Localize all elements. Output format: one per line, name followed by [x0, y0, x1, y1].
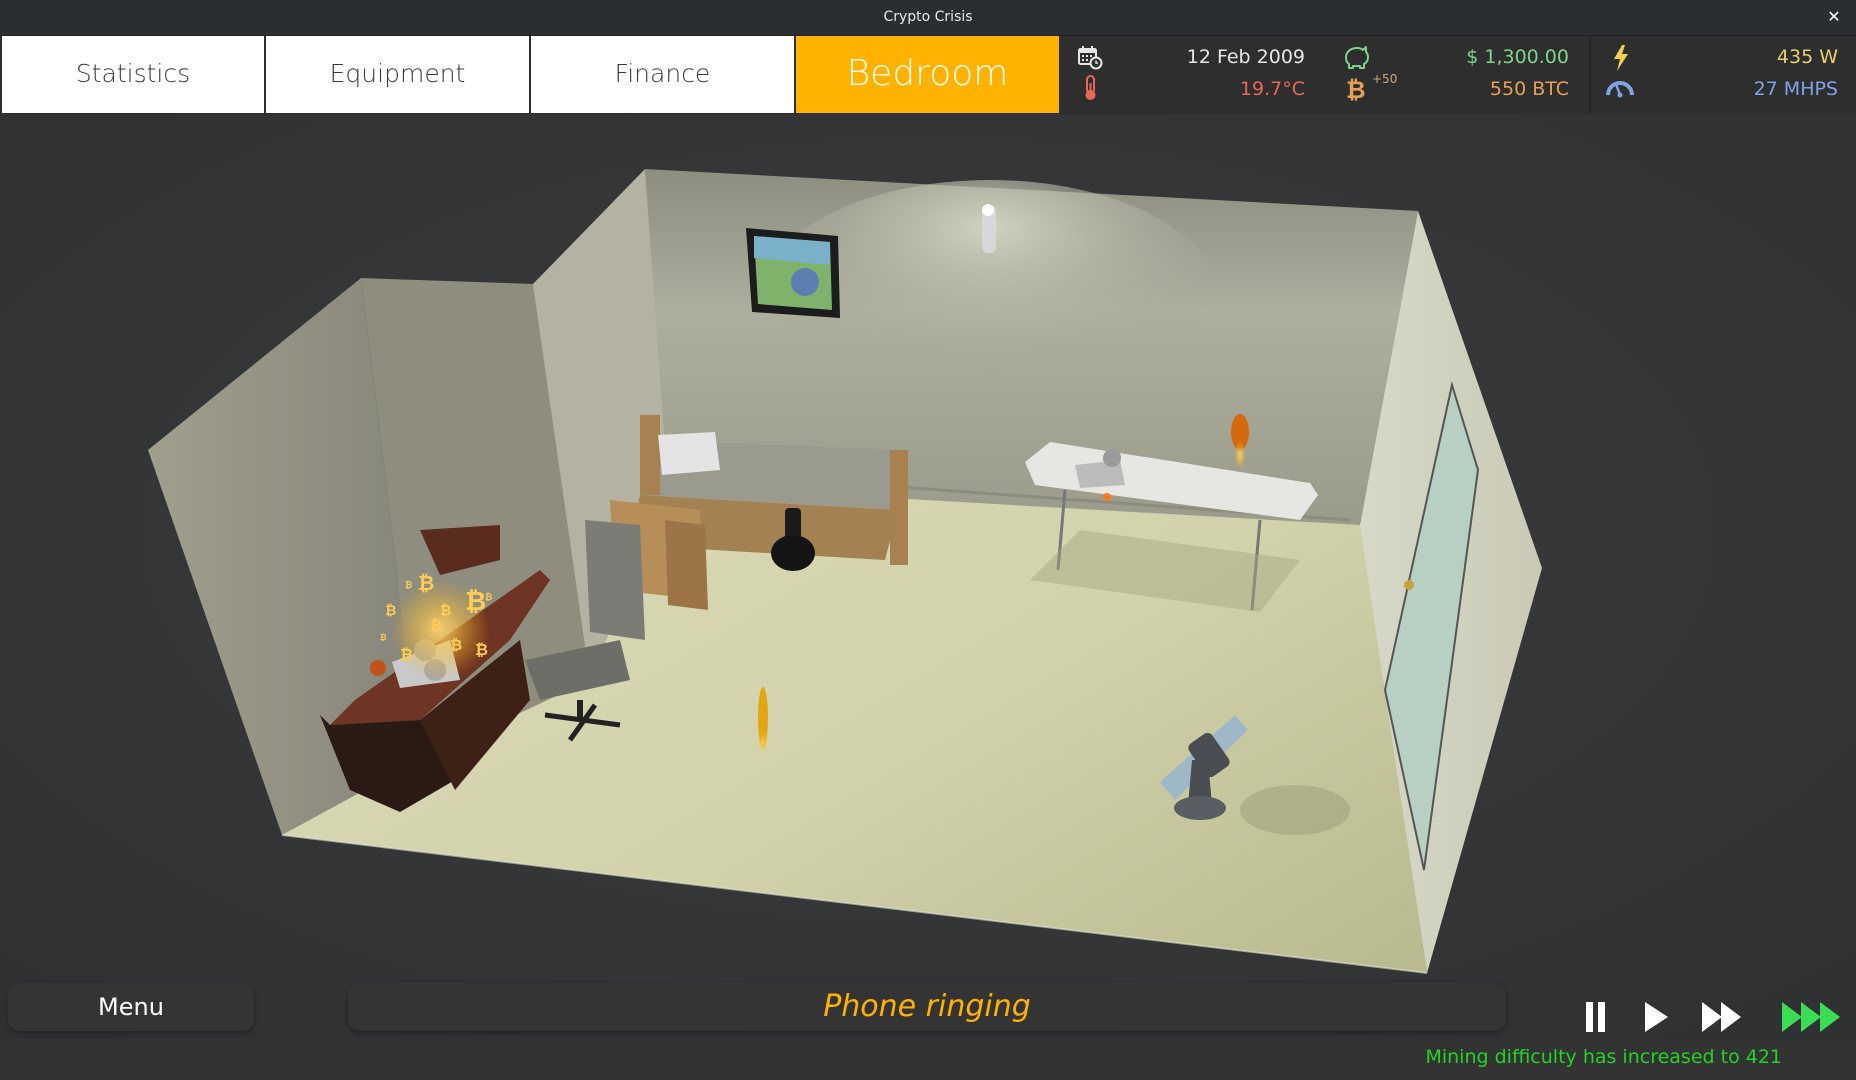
svg-text:₿: ₿	[405, 580, 412, 591]
calendar-clock-icon	[1077, 44, 1103, 70]
notification-bar[interactable]: Phone ringing	[348, 983, 1506, 1031]
svg-text:₿: ₿	[430, 616, 442, 634]
fastest-forward-button[interactable]	[1780, 998, 1842, 1034]
status-message: Mining difficulty has increased to 421	[1425, 1046, 1782, 1068]
hashrate-value: 27 MHPS	[1753, 78, 1838, 100]
money-value: $ 1,300.00	[1466, 46, 1569, 68]
svg-text:₿: ₿	[400, 645, 413, 664]
thermometer-icon	[1079, 74, 1105, 100]
window-title: Crypto Crisis	[883, 9, 973, 25]
tab-statistics[interactable]: Statistics	[2, 36, 265, 113]
piggy-bank-icon	[1341, 45, 1371, 71]
svg-text:₿: ₿	[380, 633, 387, 642]
wall-lamp[interactable]	[982, 204, 996, 253]
stats-money-btc: $ 1,300.00 ₿ +50 550 BTC	[1327, 36, 1589, 114]
window-titlebar: Crypto Crisis ✕	[0, 0, 1856, 36]
picture-frame[interactable]	[746, 228, 840, 318]
coin[interactable]	[758, 687, 768, 752]
tab-finance[interactable]: Finance	[531, 36, 795, 113]
close-icon[interactable]: ✕	[1824, 0, 1844, 34]
fastest-forward-icon	[1782, 1002, 1840, 1032]
play-icon	[1645, 1002, 1668, 1032]
speedometer-icon	[1605, 76, 1635, 102]
power-value: 435 W	[1776, 46, 1838, 68]
date-value: 12 Feb 2009	[1186, 46, 1305, 68]
bedroom-scene[interactable]: ₿ ₿ ₿ ₿ ₿ ₿ ₿ ₿ ₿ ₿ ₿	[0, 114, 1856, 1040]
svg-text:₿: ₿	[475, 640, 488, 659]
svg-text:₿: ₿	[465, 587, 486, 617]
temperature-value: 19.7°C	[1239, 78, 1305, 100]
menu-button[interactable]: Menu	[8, 983, 254, 1031]
btc-delta: +50	[1372, 72, 1398, 86]
tab-equipment[interactable]: Equipment	[266, 36, 530, 113]
fast-forward-icon	[1702, 1002, 1741, 1032]
svg-text:₿: ₿	[1346, 76, 1366, 102]
svg-text:₿: ₿	[418, 571, 434, 595]
svg-text:₿: ₿	[450, 636, 462, 654]
tab-bedroom[interactable]: Bedroom	[796, 36, 1060, 113]
play-button[interactable]	[1642, 998, 1670, 1034]
bitcoin-icon: ₿	[1344, 74, 1370, 104]
status-bar: Mining difficulty has increased to 421	[0, 1040, 1856, 1080]
stats-power-hashrate: 435 W 27 MHPS	[1589, 36, 1856, 114]
fast-forward-button[interactable]	[1700, 998, 1746, 1034]
stats-time-temp: 12 Feb 2009 19.7°C	[1061, 36, 1325, 114]
door-knob[interactable]	[1404, 580, 1414, 590]
pause-button[interactable]	[1584, 998, 1608, 1034]
svg-text:₿: ₿	[485, 592, 492, 603]
pause-icon	[1586, 1002, 1605, 1032]
btc-value: 550 BTC	[1489, 78, 1569, 100]
svg-text:₿: ₿	[385, 603, 396, 619]
lightning-icon	[1611, 44, 1637, 71]
top-bar: Statistics Equipment Finance Bedroom 12 …	[0, 36, 1856, 114]
